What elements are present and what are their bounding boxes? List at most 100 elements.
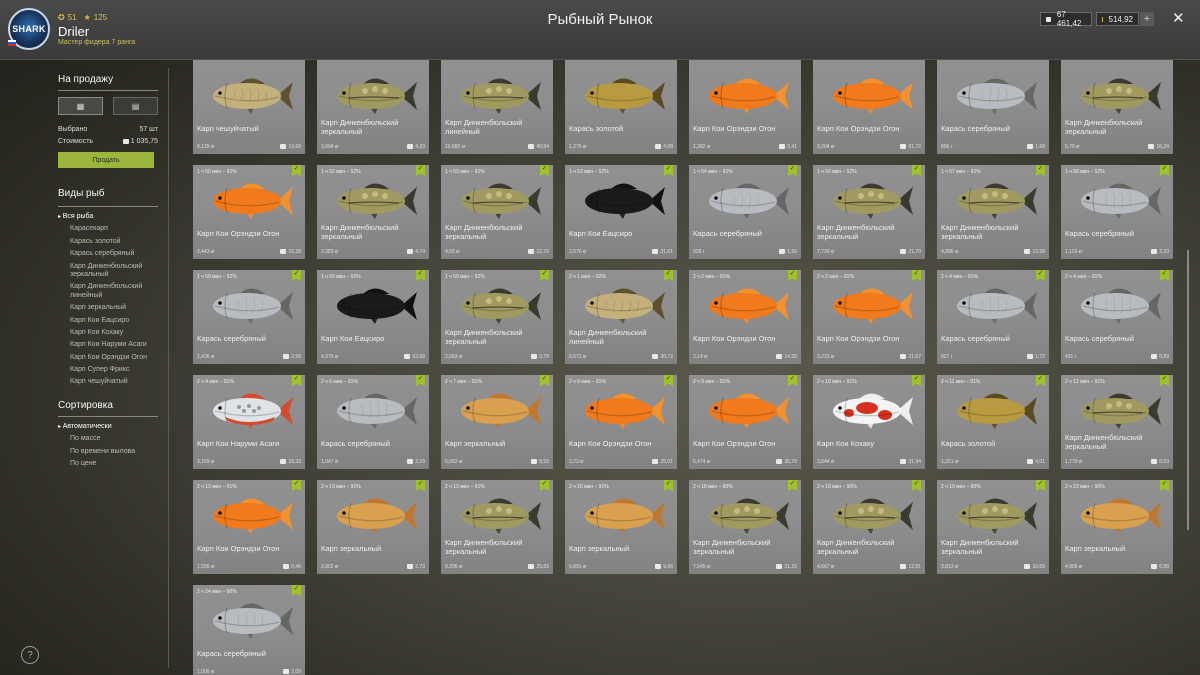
sort-option[interactable]: По цене — [70, 460, 158, 468]
check-icon[interactable]: ✓ — [1036, 270, 1045, 281]
check-icon[interactable]: ✓ — [788, 165, 797, 176]
fish-card[interactable]: 2 ч 13 мин – 91% ✓ Карп Кои Орэндзи Огон 1… — [193, 480, 305, 574]
fish-type-item[interactable]: Карп Динкенбюльский линейный — [70, 283, 158, 300]
check-icon[interactable]: ✓ — [540, 270, 549, 281]
fish-card[interactable]: 2 ч 2 мин – 91% ✓ Карп Кои Орэндзи Огон 2,… — [689, 270, 801, 364]
add-gold-button[interactable]: + — [1140, 12, 1154, 26]
check-icon[interactable]: ✓ — [292, 480, 301, 491]
help-icon[interactable]: ? — [21, 646, 39, 664]
fish-type-item[interactable]: Карасекарп — [70, 225, 158, 233]
check-icon[interactable]: ✓ — [540, 165, 549, 176]
check-icon[interactable]: ✓ — [416, 480, 425, 491]
check-icon[interactable]: ✓ — [416, 165, 425, 176]
fish-type-item[interactable]: Карп Кои Кохаку — [70, 329, 158, 337]
check-icon[interactable]: ✓ — [788, 480, 797, 491]
check-icon[interactable]: ✓ — [292, 270, 301, 281]
sort-option[interactable]: По массе — [70, 435, 158, 443]
fish-type-item[interactable]: Карп зеркальный — [70, 304, 158, 312]
fish-card[interactable]: 2 ч 11 мин – 91% ✓ Карась золотой 1,251 кг… — [937, 375, 1049, 469]
fish-card[interactable]: Карп Динкенбюльский зеркальный 3,094 кг 4,… — [317, 60, 429, 154]
scrollbar[interactable] — [1187, 250, 1189, 530]
check-icon[interactable]: ✓ — [292, 375, 301, 386]
fish-card[interactable]: 1 ч 53 мин – 92% ✓ Карп Кои Еацсиро 2,576 … — [565, 165, 677, 259]
check-icon[interactable]: ✓ — [1160, 480, 1169, 491]
check-icon[interactable]: ✓ — [912, 375, 921, 386]
fish-card[interactable]: Карп Кои Орэндзи Огон 1,382 кг 0,41 — [689, 60, 801, 154]
fish-card[interactable]: 1 ч 52 мин – 92% ✓ Карп Динкенбюльский зе… — [317, 165, 429, 259]
check-icon[interactable]: ✓ — [788, 270, 797, 281]
sell-button[interactable]: Продать — [58, 152, 154, 168]
check-icon[interactable]: ✓ — [416, 375, 425, 386]
fish-card[interactable]: 2 ч 10 мин – 91% ✓ Карп Кои Кохаку 3,644 к… — [813, 375, 925, 469]
fish-card[interactable]: Карп Динкенбюльский линейный 10,683 кг 49,… — [441, 60, 553, 154]
fish-card[interactable]: Карп Кои Орэндзи Огон 9,204 кг 61,72 — [813, 60, 925, 154]
fish-card[interactable]: 2 ч 6 мин – 91% ✓ Карась серебряный 1,047 … — [317, 375, 429, 469]
check-icon[interactable]: ✓ — [416, 270, 425, 281]
fish-type-item[interactable]: Карась серебряный — [70, 250, 158, 258]
fish-card[interactable]: 2 ч 19 мин – 90% ✓ Карп Динкенбюльский зе… — [937, 480, 1049, 574]
fish-type-item[interactable]: Карп Кои Наруми Асаги — [70, 341, 158, 349]
fish-card[interactable]: 1 ч 50 мин – 92% ✓ Карп Кои Орэндзи Огон 2… — [193, 165, 305, 259]
check-icon[interactable]: ✓ — [912, 270, 921, 281]
fish-type-item[interactable]: Карась золотой — [70, 238, 158, 246]
fish-price: 31,61 — [652, 249, 673, 255]
fish-card[interactable]: 2 ч 12 мин – 91% ✓ Карп Динкенбюльский зе… — [1061, 375, 1173, 469]
fish-card[interactable]: 1 ч 57 мин – 92% ✓ Карп Динкенбюльский зе… — [937, 165, 1049, 259]
fish-card[interactable]: 2 ч 13 мин – 91% ✓ Карп зеркальный 3,902 к… — [317, 480, 429, 574]
check-icon[interactable]: ✓ — [664, 270, 673, 281]
check-icon[interactable]: ✓ — [1160, 165, 1169, 176]
check-icon[interactable]: ✓ — [788, 375, 797, 386]
fish-card[interactable]: 2 ч 4 мин – 91% ✓ Карп Кои Наруми Асаги 3,… — [193, 375, 305, 469]
fish-card[interactable]: 2 ч 8 мин – 91% ✓ Карп Кои Орэндзи Огон 3,… — [565, 375, 677, 469]
check-icon[interactable]: ✓ — [540, 480, 549, 491]
fish-type-item[interactable]: Карп Супер Фрикс — [70, 366, 158, 374]
check-icon[interactable]: ✓ — [912, 480, 921, 491]
silver-coin-icon — [528, 564, 535, 569]
check-icon[interactable]: ✓ — [1036, 375, 1045, 386]
fish-card[interactable]: 2 ч 23 мин – 90% ✓ Карп зеркальный 4,906 к… — [1061, 480, 1173, 574]
fish-card[interactable]: 2 ч 24 мин – 90% ✓ Карась серебряный 1,006… — [193, 585, 305, 675]
fish-card[interactable]: Карась серебряный 806 г 1,68 — [937, 60, 1049, 154]
fish-card[interactable]: Карась золотой 1,275 кг 4,08 — [565, 60, 677, 154]
fish-type-item[interactable]: Карп чешуйчатый — [70, 378, 158, 386]
check-icon[interactable]: ✓ — [540, 375, 549, 386]
check-icon[interactable]: ✓ — [1036, 165, 1045, 176]
sort-option[interactable]: Автоматически — [58, 423, 158, 431]
fish-card[interactable]: 2 ч 13 мин – 91% ✓ Карп Динкенбюльский зе… — [441, 480, 553, 574]
fish-card[interactable]: Карп чешуйчатый 8,139 кг 13,69 — [193, 60, 305, 154]
fish-card[interactable]: 2 ч 7 мин – 91% ✓ Карп зеркальный 6,062 кг… — [441, 375, 553, 469]
fish-card[interactable]: 2 ч 4 мин – 91% ✓ Карась серебряный 827 г 1… — [937, 270, 1049, 364]
fish-card[interactable]: 1 ч 58 мин – 92% ✓ Карась серебряный 1,119… — [1061, 165, 1173, 259]
check-icon[interactable]: ✓ — [664, 480, 673, 491]
close-icon[interactable]: ✕ — [1172, 9, 1185, 27]
fish-card[interactable]: 2 ч 18 мин – 90% ✓ Карп Динкенбюльский зе… — [689, 480, 801, 574]
check-icon[interactable]: ✓ — [912, 165, 921, 176]
fish-type-item[interactable]: Карп Динкенбюльский зеркальный — [70, 263, 158, 280]
fish-card[interactable]: 1 ч 54 мин – 92% ✓ Карась серебряный 939 г… — [689, 165, 801, 259]
check-icon[interactable]: ✓ — [1160, 375, 1169, 386]
grid-view-button[interactable]: ▦ — [58, 97, 103, 115]
check-icon[interactable]: ✓ — [292, 165, 301, 176]
fish-card[interactable]: 2 ч 9 мин – 91% ✓ Карп Кои Орэндзи Огон 5,… — [689, 375, 801, 469]
fish-card[interactable]: 2 ч 19 мин – 90% ✓ Карп Динкенбюльский зе… — [813, 480, 925, 574]
check-icon[interactable]: ✓ — [1036, 480, 1045, 491]
fish-card[interactable]: 1 ч 53 мин – 92% ✓ Карп Динкенбюльский зе… — [441, 165, 553, 259]
fish-card[interactable]: 2 ч 2 мин – 91% ✓ Карп Кои Орэндзи Огон 3,… — [813, 270, 925, 364]
check-icon[interactable]: ✓ — [292, 585, 301, 596]
fish-card[interactable]: 2 ч 16 мин – 91% ✓ Карп зеркальный 6,891 к… — [565, 480, 677, 574]
fish-type-item[interactable]: Вся рыба — [58, 213, 158, 221]
fish-type-item[interactable]: Карп Кои Еацсиро — [70, 317, 158, 325]
fish-card[interactable]: 1 ч 59 мин – 92% ✓ Карп Динкенбюльский зе… — [441, 270, 553, 364]
check-icon[interactable]: ✓ — [664, 375, 673, 386]
list-view-button[interactable]: ▤ — [113, 97, 158, 115]
check-icon[interactable]: ✓ — [1160, 270, 1169, 281]
fish-card[interactable]: 1 ч 56 мин – 92% ✓ Карп Динкенбюльский зе… — [813, 165, 925, 259]
sort-option[interactable]: По времени вылова — [70, 448, 158, 456]
fish-card[interactable]: 1 ч 59 мин – 92% ✓ Карп Кои Еацсиро 4,375 … — [317, 270, 429, 364]
fish-card[interactable]: Карп Динкенбюльский зеркальный 5,79 кг 16,… — [1061, 60, 1173, 154]
check-icon[interactable]: ✓ — [664, 165, 673, 176]
fish-card[interactable]: 1 ч 59 мин – 92% ✓ Карась серебряный 1,436… — [193, 270, 305, 364]
fish-card[interactable]: 2 ч 1 мин – 92% ✓ Карп Динкенбюльский лин… — [565, 270, 677, 364]
fish-card[interactable]: 2 ч 4 мин – 91% ✓ Карась серебряный 431 г 0… — [1061, 270, 1173, 364]
fish-type-item[interactable]: Карп Кои Орэндзи Огон — [70, 354, 158, 362]
